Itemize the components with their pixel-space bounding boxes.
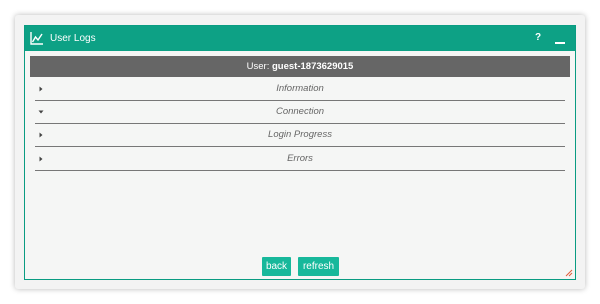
- minimize-icon[interactable]: [553, 32, 567, 46]
- user-logs-window: User Logs ? User: guest-1873629015 Infor…: [24, 25, 576, 280]
- section-label: Connection: [275, 106, 325, 117]
- help-button[interactable]: ?: [532, 31, 544, 45]
- section-connection[interactable]: Connection: [35, 101, 565, 124]
- user-header: User: guest-1873629015: [30, 56, 570, 77]
- user-name: guest-1873629015: [272, 61, 354, 72]
- resize-grip-icon[interactable]: [565, 269, 573, 277]
- section-label: Information: [276, 83, 324, 94]
- section-label: Errors: [287, 153, 313, 164]
- refresh-button[interactable]: refresh: [298, 257, 339, 276]
- user-label: User:: [246, 61, 270, 72]
- title-bar[interactable]: User Logs ?: [25, 26, 575, 51]
- section-login-progress[interactable]: Login Progress: [35, 124, 565, 147]
- section-label: Login Progress: [268, 129, 332, 140]
- back-button[interactable]: back: [262, 257, 291, 276]
- section-errors[interactable]: Errors: [35, 148, 565, 171]
- window-title: User Logs: [50, 33, 96, 44]
- section-information[interactable]: Information: [35, 78, 565, 101]
- chart-line-icon: [30, 32, 43, 45]
